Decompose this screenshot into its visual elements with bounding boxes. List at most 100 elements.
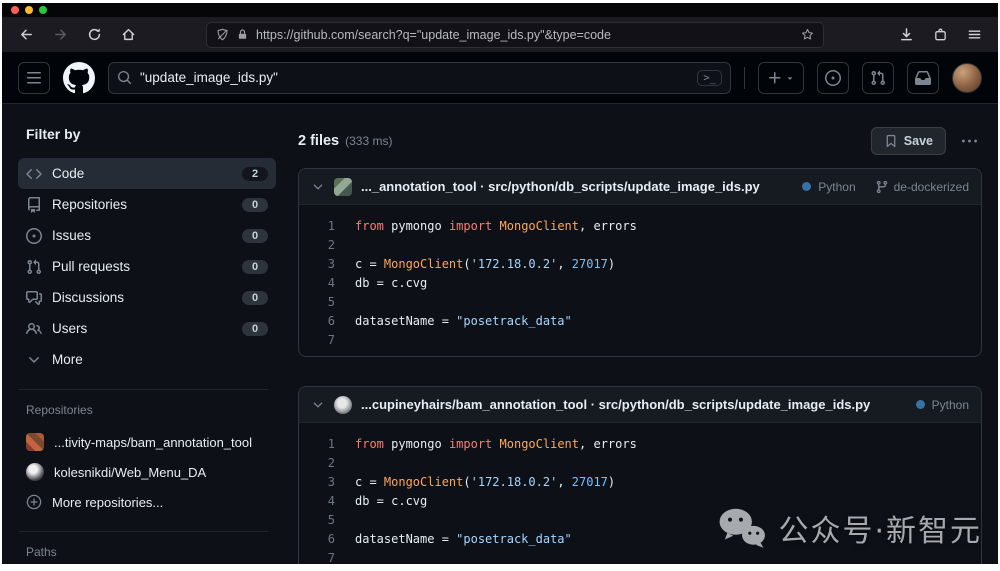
forward-button[interactable]	[46, 22, 74, 48]
kebab-icon	[961, 139, 977, 142]
sidebar-repo-item[interactable]: kolesnikdi/Web_Menu_DA	[18, 457, 276, 487]
reload-button[interactable]	[80, 22, 108, 48]
download-icon	[900, 28, 912, 41]
line-number[interactable]: 1	[299, 435, 335, 454]
code-token: '172.18.0.2'	[470, 257, 558, 271]
back-button[interactable]	[12, 22, 40, 48]
inbox-icon	[915, 70, 931, 85]
line-number[interactable]: 3	[299, 255, 335, 274]
issue-opened-icon	[825, 69, 841, 86]
inbox-button[interactable]	[907, 61, 939, 94]
wechat-icon	[720, 508, 766, 548]
sidebar-item-label: Repositories	[52, 197, 128, 212]
sidebar-item-pull-requests[interactable]: Pull requests 0	[18, 251, 276, 282]
save-button-label: Save	[903, 134, 933, 148]
sidebar-item-more[interactable]: More	[18, 344, 276, 375]
code-token: from	[355, 437, 384, 451]
plus-circle-icon	[26, 494, 42, 510]
line-number[interactable]: 2	[299, 454, 335, 473]
sidebar-divider	[18, 531, 268, 532]
downloads-button[interactable]	[892, 22, 920, 48]
octocat-icon	[62, 61, 95, 93]
sidebar-item-repositories[interactable]: Repositories 0	[18, 189, 276, 220]
code-token: import	[448, 437, 493, 451]
code-line: 3 c = MongoClient('172.18.0.2', 27017)	[299, 255, 981, 274]
line-number[interactable]: 4	[299, 492, 335, 511]
code-token: (	[463, 475, 471, 489]
discussion-icon	[26, 290, 42, 305]
count-badge: 0	[242, 259, 268, 274]
minimize-window-button[interactable]	[25, 6, 33, 14]
issues-header-button[interactable]	[817, 61, 849, 94]
code-token: "posetrack_data"	[456, 532, 572, 546]
github-search-input[interactable]: "update_image_ids.py" >_	[108, 61, 731, 94]
code-line: 3 c = MongoClient('172.18.0.2', 27017)	[299, 473, 981, 492]
url-bar[interactable]: https://github.com/search?q="update_imag…	[206, 21, 824, 48]
line-number[interactable]: 7	[299, 331, 335, 350]
create-new-button[interactable]	[758, 61, 804, 94]
code-token: MongoClient	[499, 219, 580, 233]
line-number[interactable]: 1	[299, 217, 335, 236]
home-icon	[122, 28, 134, 41]
github-nav-menu-button[interactable]	[18, 61, 50, 94]
more-repositories-button[interactable]: More repositories...	[18, 487, 276, 517]
user-avatar[interactable]	[952, 62, 982, 93]
line-number[interactable]: 7	[299, 549, 335, 564]
home-button[interactable]	[114, 22, 142, 48]
line-number[interactable]: 4	[299, 274, 335, 293]
code-token: db = c.cvg	[355, 494, 428, 508]
github-logo[interactable]	[62, 61, 95, 94]
sidebar-item-label: Discussions	[52, 290, 125, 305]
line-number[interactable]: 3	[299, 473, 335, 492]
tracking-protection-shield-icon[interactable]	[216, 28, 229, 41]
line-number[interactable]: 6	[299, 312, 335, 331]
save-search-button[interactable]: Save	[870, 127, 946, 155]
line-number[interactable]: 5	[299, 511, 335, 530]
extensions-button[interactable]	[926, 22, 954, 48]
browser-menu-button[interactable]	[960, 22, 988, 48]
command-palette-icon[interactable]: >_	[697, 69, 722, 86]
issue-opened-icon	[26, 227, 42, 244]
language-dot	[802, 182, 812, 191]
code-token: MongoClient	[499, 437, 580, 451]
reload-icon	[88, 28, 100, 41]
code-text: db = c.cvg	[355, 492, 427, 511]
code-line: 1 from pymongo import MongoClient, errors	[299, 217, 981, 236]
more-repositories-label: More repositories...	[52, 494, 164, 510]
collapse-chevron-icon[interactable]	[311, 180, 325, 194]
hamburger-icon	[968, 30, 980, 39]
repo-avatar	[334, 177, 352, 196]
sidebar-item-code[interactable]: Code 2	[18, 158, 276, 189]
sidebar-item-issues[interactable]: Issues 0	[18, 220, 276, 251]
sidebar-repo-item[interactable]: ...tivity-maps/bam_annotation_tool	[18, 427, 276, 457]
git-branch-icon	[876, 180, 887, 193]
code-token: datasetName =	[355, 314, 457, 328]
collapse-chevron-icon[interactable]	[311, 398, 325, 412]
git-pull-request-icon	[27, 259, 42, 274]
file-path-link[interactable]: ..._annotation_tool · src/python/db_scri…	[361, 179, 760, 194]
maximize-window-button[interactable]	[39, 6, 47, 14]
people-icon	[26, 322, 42, 334]
sidebar-item-discussions[interactable]: Discussions 0	[18, 282, 276, 313]
results-options-button[interactable]	[956, 128, 982, 154]
line-number[interactable]: 6	[299, 530, 335, 549]
code-icon	[26, 168, 42, 179]
code-token: pymongo	[383, 437, 449, 451]
lock-icon[interactable]	[236, 28, 249, 41]
sidebar-item-label: Issues	[52, 228, 92, 243]
code-token: ,	[557, 475, 572, 489]
line-number[interactable]: 2	[299, 236, 335, 255]
bookmark-star-icon[interactable]	[801, 28, 814, 41]
count-badge: 0	[242, 197, 268, 212]
pull-requests-header-button[interactable]	[862, 61, 894, 94]
branch-label: de-dockerized	[893, 179, 969, 194]
line-number[interactable]: 5	[299, 293, 335, 312]
plus-icon	[769, 71, 781, 83]
browser-window: https://github.com/search?q="update_imag…	[2, 3, 998, 564]
close-window-button[interactable]	[11, 6, 19, 14]
watermark-text: 公众号·新智元	[778, 514, 982, 549]
file-path-link[interactable]: ...cupineyhairs/bam_annotation_tool · sr…	[361, 397, 870, 412]
sidebar-item-users[interactable]: Users 0	[18, 313, 276, 344]
sidebar-item-label: Code	[52, 166, 85, 181]
